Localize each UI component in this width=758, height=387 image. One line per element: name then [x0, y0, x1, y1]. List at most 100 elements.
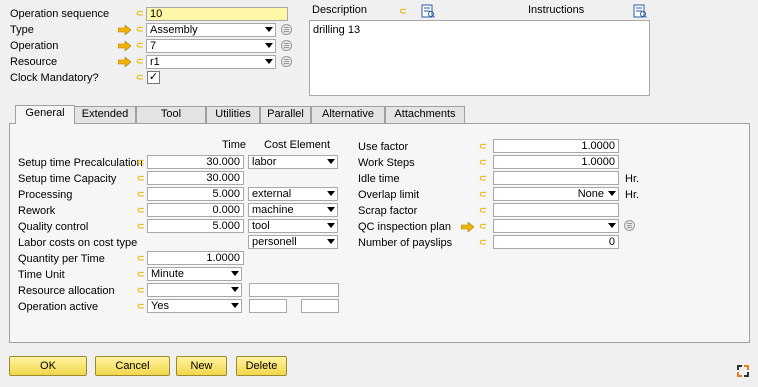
processing-cost-select[interactable]: external: [248, 187, 338, 201]
setup-time-precalculation-label: Setup time Precalculation: [18, 156, 143, 170]
operation-sequence-field[interactable]: 10: [146, 7, 288, 21]
delete-button[interactable]: Delete: [236, 356, 287, 376]
rework-label: Rework: [18, 204, 134, 218]
overlap-limit-select[interactable]: None: [493, 187, 619, 201]
link-arrow-icon[interactable]: [118, 41, 132, 51]
quantity-per-time-label: Quantity per Time: [18, 252, 134, 266]
link-icon[interactable]: ⊂: [399, 7, 408, 16]
link-icon[interactable]: ⊂: [137, 206, 146, 215]
tab-alternative[interactable]: Alternative: [311, 106, 385, 123]
setup-precalc-cost-select[interactable]: labor: [248, 155, 338, 169]
list-icon[interactable]: [281, 56, 292, 67]
link-icon[interactable]: ⊂: [137, 174, 146, 183]
time-column-header: Time: [222, 139, 247, 151]
idle-time-field[interactable]: [493, 171, 619, 185]
quality-control-label: Quality control: [18, 220, 134, 234]
chevron-down-icon: [231, 303, 239, 308]
setup-time-capacity-label: Setup time Capacity: [18, 172, 134, 186]
rework-cost-select[interactable]: machine: [248, 203, 338, 217]
resize-grip-icon[interactable]: [736, 364, 750, 378]
processing-label: Processing: [18, 188, 134, 202]
edit-text-icon[interactable]: [421, 4, 435, 18]
scrap-factor-field[interactable]: [493, 203, 619, 217]
quality-control-field[interactable]: 5.000: [147, 219, 244, 233]
link-icon[interactable]: ⊂: [479, 142, 488, 151]
link-icon[interactable]: ⊂: [137, 286, 146, 295]
operation-active-to-field[interactable]: [301, 299, 339, 313]
chevron-down-icon: [327, 207, 335, 212]
description-label: Description: [312, 3, 396, 17]
edit-text-icon[interactable]: [633, 4, 647, 18]
overlap-limit-label: Overlap limit: [358, 188, 468, 202]
tab-tool[interactable]: Tool: [136, 106, 206, 123]
link-icon[interactable]: ⊂: [479, 206, 488, 215]
overlap-limit-unit: Hr.: [625, 188, 645, 202]
list-icon[interactable]: [281, 24, 292, 35]
link-icon[interactable]: ⊂: [136, 73, 145, 82]
resource-allocation-extra-field[interactable]: [249, 283, 339, 297]
work-steps-label: Work Steps: [358, 156, 468, 170]
rework-field[interactable]: 0.000: [147, 203, 244, 217]
link-arrow-icon[interactable]: [118, 57, 132, 67]
tab-parallel[interactable]: Parallel: [260, 106, 311, 123]
link-icon[interactable]: ⊂: [136, 25, 145, 34]
operation-label: Operation: [10, 39, 134, 53]
cost-element-column-header: Cost Element: [264, 139, 331, 151]
link-icon[interactable]: ⊂: [479, 158, 488, 167]
link-icon[interactable]: ⊂: [136, 41, 145, 50]
use-factor-field[interactable]: 1.0000: [493, 139, 619, 153]
link-icon[interactable]: ⊂: [137, 254, 146, 263]
link-arrow-icon[interactable]: [461, 222, 475, 232]
list-icon[interactable]: [281, 40, 292, 51]
time-unit-select[interactable]: Minute: [147, 267, 242, 281]
resource-allocation-select[interactable]: [147, 283, 242, 297]
link-icon[interactable]: ⊂: [137, 158, 146, 167]
ok-button[interactable]: OK: [9, 356, 87, 376]
work-steps-field[interactable]: 1.0000: [493, 155, 619, 169]
setup-time-capacity-field[interactable]: 30.000: [147, 171, 244, 185]
resource-label: Resource: [10, 55, 134, 69]
number-of-payslips-field[interactable]: 0: [493, 235, 619, 249]
labor-costs-label: Labor costs on cost type: [18, 236, 158, 250]
operation-sequence-label: Operation sequence: [10, 7, 134, 21]
operation-active-label: Operation active: [18, 300, 134, 314]
processing-field[interactable]: 5.000: [147, 187, 244, 201]
link-icon[interactable]: ⊂: [479, 190, 488, 199]
cancel-button[interactable]: Cancel: [95, 356, 170, 376]
operation-active-from-field[interactable]: [249, 299, 287, 313]
type-label: Type: [10, 23, 134, 37]
chevron-down-icon: [231, 287, 239, 292]
description-textarea[interactable]: drilling 13: [309, 20, 650, 96]
link-icon[interactable]: ⊂: [137, 190, 146, 199]
link-icon[interactable]: ⊂: [136, 57, 145, 66]
link-icon[interactable]: ⊂: [479, 222, 488, 231]
tab-utilities[interactable]: Utilities: [206, 106, 260, 123]
chevron-down-icon: [265, 27, 273, 32]
labor-costs-cost-select[interactable]: personell: [248, 235, 338, 249]
operation-active-select[interactable]: Yes: [147, 299, 242, 313]
link-icon[interactable]: ⊂: [136, 9, 145, 18]
quality-control-cost-select[interactable]: tool: [248, 219, 338, 233]
tab-attachments[interactable]: Attachments: [385, 106, 465, 123]
qc-inspection-plan-select[interactable]: [493, 219, 619, 233]
link-icon[interactable]: ⊂: [479, 238, 488, 247]
list-icon[interactable]: [624, 220, 635, 231]
link-icon[interactable]: ⊂: [137, 222, 146, 231]
tab-general[interactable]: General: [15, 105, 75, 124]
type-select[interactable]: Assembly: [146, 23, 276, 37]
setup-time-precalculation-field[interactable]: 30.000: [147, 155, 244, 169]
new-button[interactable]: New: [176, 356, 227, 376]
link-icon[interactable]: ⊂: [479, 174, 488, 183]
link-arrow-icon[interactable]: [118, 25, 132, 35]
tab-extended[interactable]: Extended: [74, 106, 136, 123]
chevron-down-icon: [265, 59, 273, 64]
quantity-per-time-field[interactable]: 1.0000: [147, 251, 244, 265]
link-icon[interactable]: ⊂: [137, 302, 146, 311]
time-unit-label: Time Unit: [18, 268, 134, 282]
resource-select[interactable]: r1: [146, 55, 276, 69]
clock-mandatory-checkbox[interactable]: ✓: [147, 71, 160, 84]
chevron-down-icon: [608, 223, 616, 228]
link-icon[interactable]: ⊂: [137, 270, 146, 279]
operation-select[interactable]: 7: [146, 39, 276, 53]
chevron-down-icon: [265, 43, 273, 48]
